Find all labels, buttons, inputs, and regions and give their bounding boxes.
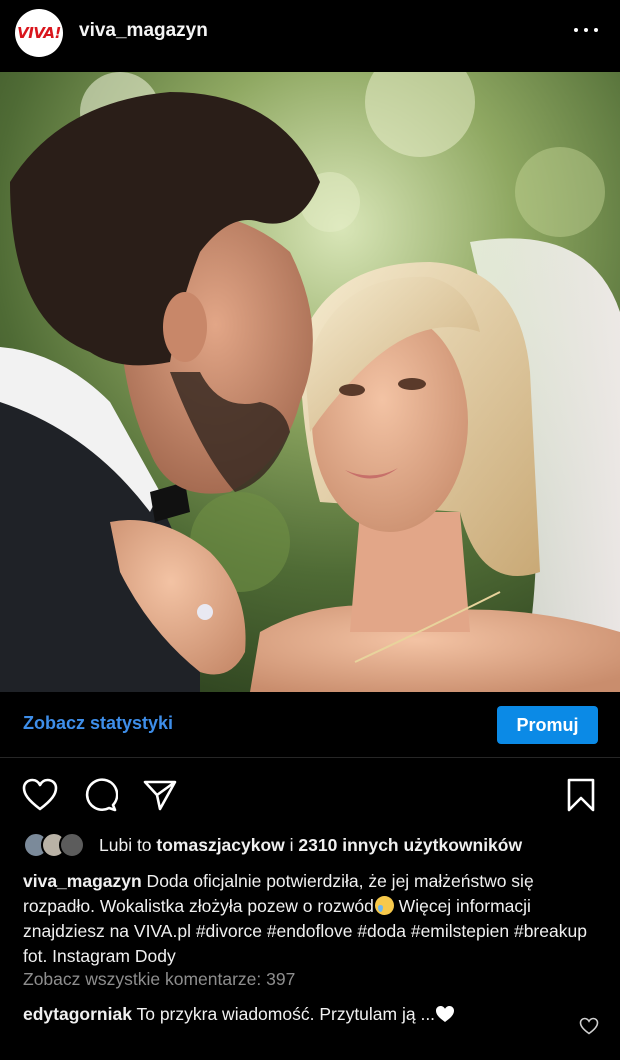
post-caption: viva_magazyn Doda oficjalnie potwierdził… (23, 869, 598, 969)
insights-bar: Zobacz statystyki Promuj (0, 692, 620, 758)
avatar-logo-text: VIVA! (17, 24, 61, 42)
comment-icon[interactable] (82, 778, 118, 812)
comment-item: edytagorniak To przykra wiadomość. Przyt… (23, 1001, 563, 1027)
post-username[interactable]: viva_magazyn (79, 20, 208, 42)
post-photo[interactable] (0, 72, 620, 692)
post-header: VIVA! viva_magazyn (0, 0, 620, 72)
bookmark-icon[interactable] (563, 778, 599, 812)
send-icon[interactable] (142, 778, 178, 812)
comment-heart-icon[interactable] (579, 1017, 599, 1035)
caption-username[interactable]: viva_magazyn (23, 871, 142, 891)
crying-face-icon (374, 896, 394, 915)
more-dots-icon[interactable] (574, 18, 598, 42)
heart-icon[interactable] (22, 778, 58, 812)
liker-avatar (59, 832, 85, 858)
liker-username[interactable]: tomaszjacykow (156, 835, 284, 855)
likes-row[interactable]: Lubi to tomaszjacykow i 2310 innych użyt… (23, 832, 522, 858)
profile-avatar[interactable]: VIVA! (15, 9, 63, 57)
view-all-comments-link[interactable]: Zobacz wszystkie komentarze: 397 (23, 969, 295, 990)
post-actions (0, 770, 620, 820)
white-heart-emoji-icon (436, 1006, 455, 1022)
promote-button[interactable]: Promuj (497, 706, 598, 744)
comment-username[interactable]: edytagorniak (23, 1004, 132, 1024)
likes-summary[interactable]: Lubi to tomaszjacykow i 2310 innych użyt… (99, 835, 522, 856)
comment-text: To przykra wiadomość. Przytulam ją ... (131, 1004, 436, 1024)
likes-others-count[interactable]: 2310 innych użytkowników (298, 835, 522, 855)
view-insights-link[interactable]: Zobacz statystyki (23, 713, 173, 734)
